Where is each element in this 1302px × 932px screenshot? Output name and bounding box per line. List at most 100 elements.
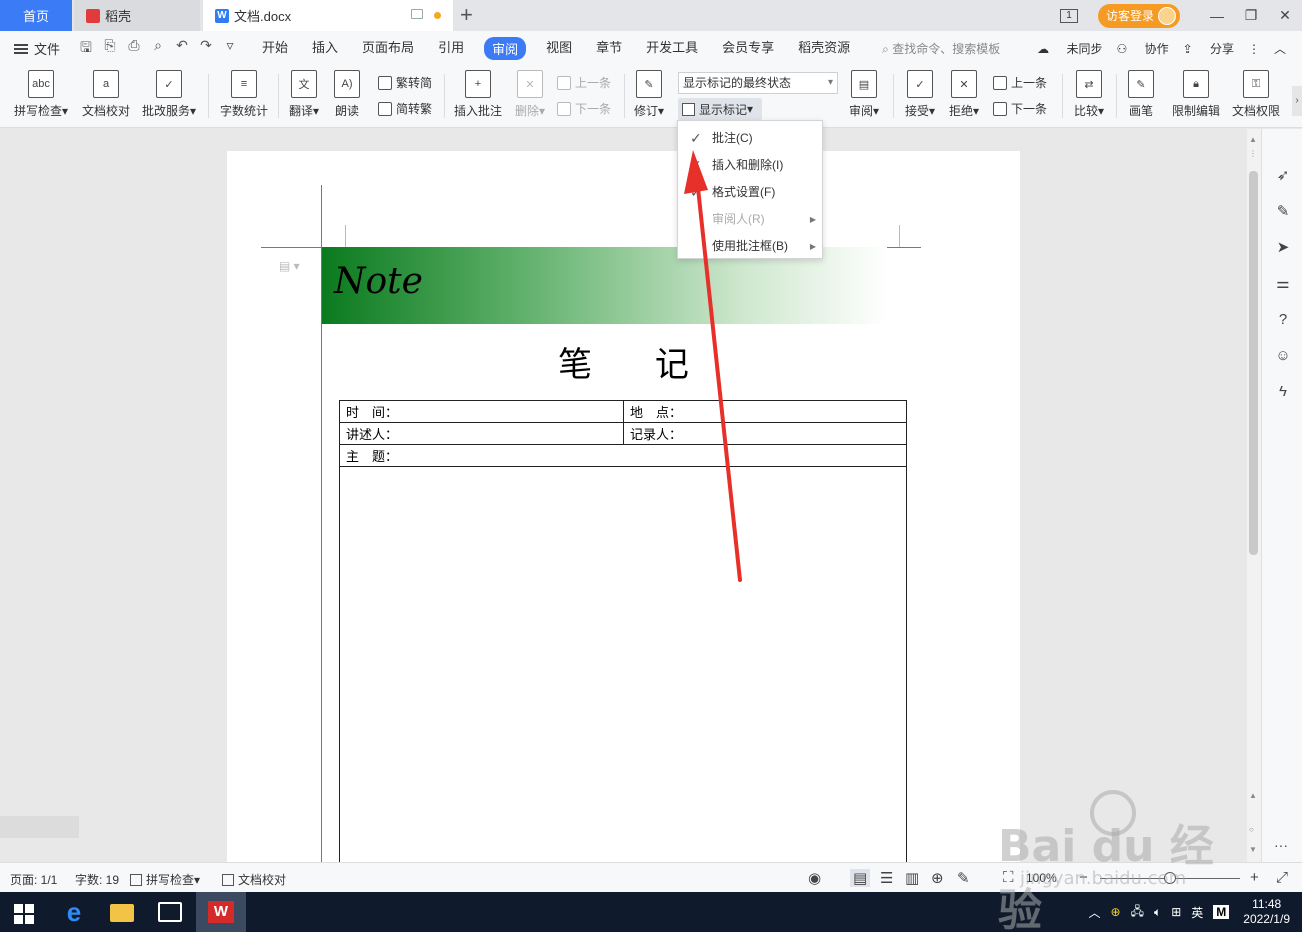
ribbon-scroll-right-icon[interactable]: › — [1292, 86, 1302, 116]
store-icon[interactable] — [158, 902, 182, 922]
file-explorer-icon[interactable] — [110, 904, 134, 922]
wps-taskbar-button[interactable]: W — [196, 892, 246, 932]
pen-button[interactable]: ✎ 画笔 — [1124, 70, 1158, 119]
more-options-icon[interactable]: ··· — [1274, 837, 1288, 853]
redo-icon[interactable]: ↷ — [194, 37, 218, 61]
scroll-up-icon[interactable]: ▲ — [1249, 135, 1257, 144]
read-aloud-button[interactable]: A) 朗读 — [332, 70, 362, 119]
edit-icon[interactable]: ✎ — [1274, 203, 1292, 221]
m-tray-icon[interactable]: M — [1213, 905, 1230, 919]
menu-tab-7[interactable]: 开发工具 — [646, 37, 698, 60]
customize-icon[interactable]: ▿ — [218, 37, 242, 61]
menu-tab-0[interactable]: 开始 — [262, 37, 288, 60]
volume-icon[interactable]: 🔈︎ — [1154, 905, 1161, 920]
collab-button[interactable]: ⚇ 协作 — [1116, 40, 1168, 57]
status-doc-proof[interactable]: 文档校对 — [222, 871, 286, 888]
translate-button[interactable]: 文翻译▾ — [286, 70, 322, 119]
menu-tab-1[interactable]: 插入 — [312, 37, 338, 60]
word-count[interactable]: 字数: 19 — [75, 871, 119, 888]
tab-document[interactable]: W 文档.docx — [203, 0, 453, 31]
next-change-button[interactable]: 下一条 — [993, 100, 1047, 117]
undo-icon[interactable]: ↶ — [170, 37, 194, 61]
scroll-down-icon[interactable]: ▼ — [1249, 845, 1257, 854]
doc-permission-button[interactable]: ⚿ 文档权限 — [1230, 70, 1282, 119]
menu-tab-3[interactable]: 引用 — [438, 37, 464, 60]
menu-tab-8[interactable]: 会员专享 — [722, 37, 774, 60]
fit-page-icon[interactable]: ⛶ — [1003, 869, 1014, 886]
write-view-icon[interactable]: ✎ — [957, 869, 970, 887]
zoom-level[interactable]: 100% — [1026, 871, 1057, 885]
sync-button[interactable]: ☁ 未同步 — [1037, 40, 1102, 57]
dropdown-item-4[interactable]: 使用批注框(B) ▶ — [678, 233, 824, 260]
reading-view-icon[interactable]: ▥ — [905, 869, 919, 887]
eye-protect-icon[interactable]: ◉ — [808, 869, 821, 887]
minimize-button[interactable]: — — [1200, 8, 1234, 24]
monitor-icon[interactable] — [411, 9, 423, 19]
spell-check-button[interactable]: abc 拼写检查▾ — [12, 70, 70, 119]
outline-view-icon[interactable]: ☰ — [880, 869, 893, 887]
dropdown-item-1[interactable]: ✓ 插入和删除(I) — [678, 152, 824, 179]
zoom-in-icon[interactable]: + — [1250, 869, 1259, 886]
fullscreen-icon[interactable]: ⤢ — [1276, 869, 1288, 886]
menu-tab-5[interactable]: 视图 — [546, 37, 572, 60]
next-comment-button[interactable]: 下一条 — [557, 100, 611, 117]
compare-button[interactable]: ⇄ 比较▾ — [1070, 70, 1108, 119]
ime-mode-icon[interactable]: ⊞ — [1171, 905, 1181, 919]
page-title[interactable]: 笔 记 — [227, 337, 1020, 386]
notes-body-cell[interactable] — [339, 466, 907, 862]
correction-service-button[interactable]: ✓ 批改服务▾ — [140, 70, 198, 119]
edge-browser-icon[interactable]: e — [62, 899, 86, 925]
show-marks-button[interactable]: 显示标记 ▾ — [678, 98, 762, 120]
delete-comment-button[interactable]: ✕ 删除▾ — [512, 70, 548, 119]
note-table[interactable]: 时 间： 地 点： 讲述人： 记录人： 主 题： — [339, 400, 907, 862]
settings-sliders-icon[interactable]: ⚌ — [1274, 275, 1292, 293]
accept-button[interactable]: ✓ 接受▾ — [902, 70, 938, 119]
share-button[interactable]: ⇪ 分享 — [1183, 40, 1234, 57]
document-nav-icon[interactable]: ▤ ▾ — [279, 259, 300, 273]
restrict-editing-button[interactable]: 🔒︎ 限制编辑 — [1170, 70, 1222, 119]
tab-daoke[interactable]: 稻壳 — [74, 0, 200, 31]
dropdown-item-2[interactable]: ✓ 格式设置(F) — [678, 179, 824, 206]
tab-home[interactable]: 首页 — [0, 0, 72, 31]
review-pane-button[interactable]: ▤ 审阅▾ — [846, 70, 882, 119]
dropdown-item-0[interactable]: ✓ 批注(C) — [678, 125, 824, 152]
menu-tab-6[interactable]: 章节 — [596, 37, 622, 60]
robot-icon[interactable]: ☺ — [1274, 347, 1292, 365]
rocket-icon[interactable]: ➶ — [1274, 167, 1292, 185]
reject-button[interactable]: ✕ 拒绝▾ — [946, 70, 982, 119]
web-view-icon[interactable]: ⊕ — [931, 869, 944, 887]
print-icon[interactable]: ⎙ — [122, 37, 146, 61]
speaker-cell[interactable]: 讲述人： — [339, 422, 624, 445]
ime-language[interactable]: 英 — [1191, 904, 1203, 921]
start-menu-icon[interactable] — [14, 904, 34, 924]
tray-app-icon[interactable]: ⊕ — [1111, 905, 1121, 919]
cursor-icon[interactable]: ➤ — [1274, 239, 1292, 257]
recorder-cell[interactable]: 记录人： — [623, 422, 907, 445]
revise-button[interactable]: ✎ 修订▾ — [632, 70, 666, 119]
close-button[interactable]: ✕ — [1268, 7, 1302, 24]
more-icon[interactable]: ⋮ — [1248, 42, 1260, 56]
prev-comment-button[interactable]: 上一条 — [557, 74, 611, 91]
new-tab-button[interactable]: + — [460, 3, 473, 27]
place-cell[interactable]: 地 点： — [623, 400, 907, 423]
restore-button[interactable]: ❐ — [1234, 7, 1268, 24]
menu-tab-2[interactable]: 页面布局 — [362, 37, 414, 60]
page-dot-icon[interactable]: ○ — [1249, 825, 1254, 834]
menu-tab-4[interactable]: 审阅 — [484, 37, 527, 60]
vertical-scrollbar[interactable]: ▲ ⋮ ▲ ○ ▼ — [1247, 129, 1261, 862]
scroll-dots-icon[interactable]: ⋮ — [1249, 149, 1257, 158]
prev-page-icon[interactable]: ▲ — [1249, 791, 1257, 800]
zoom-out-icon[interactable]: − — [1079, 869, 1088, 886]
insert-comment-button[interactable]: + 插入批注 — [452, 70, 504, 119]
word-count-button[interactable]: ≡ 字数统计 — [218, 70, 270, 119]
command-search[interactable]: ⌕ 查找命令、搜索模板 — [882, 40, 1000, 57]
network-icon[interactable]: 🖧 — [1131, 902, 1144, 923]
topic-cell[interactable]: 主 题： — [339, 444, 907, 467]
trad-to-simp-button[interactable]: 繁转简 — [378, 74, 432, 91]
scrollbar-thumb[interactable] — [1249, 171, 1258, 555]
simp-to-trad-button[interactable]: 简转繁 — [378, 100, 432, 117]
collapse-ribbon-icon[interactable]: ︿ — [1274, 40, 1286, 57]
export-pdf-icon[interactable]: ⎘ — [98, 37, 122, 61]
prev-change-button[interactable]: 上一条 — [993, 74, 1047, 91]
save-icon[interactable]: 🖫 — [74, 37, 98, 61]
